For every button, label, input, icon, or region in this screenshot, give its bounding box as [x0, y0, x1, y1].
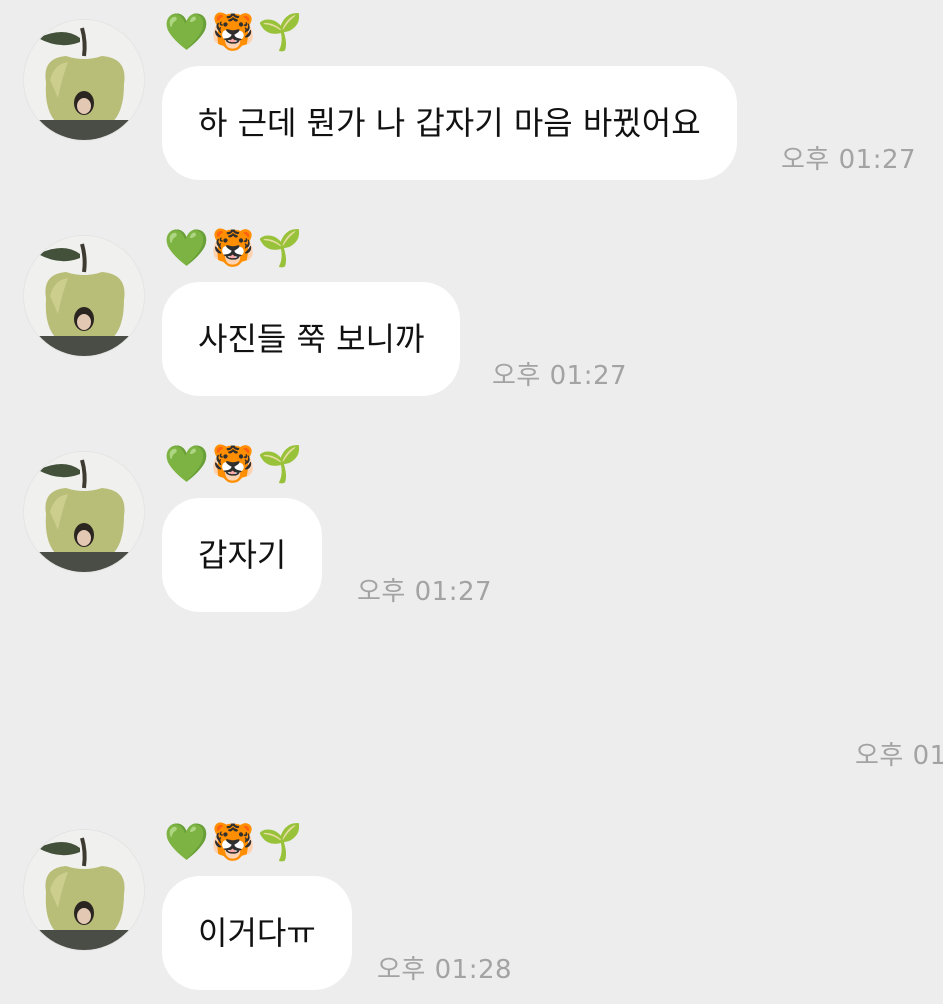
message-timestamp: 오후 01:28: [377, 955, 513, 985]
message-timestamp: 오후 01:27: [781, 145, 917, 175]
avatar[interactable]: [24, 236, 144, 356]
chat-message: 💚🐯🌱 이거다ㅠ 오후 01:28: [0, 810, 943, 1000]
message-bubble[interactable]: 이거다ㅠ: [162, 876, 352, 990]
message-timestamp: 오후 01:27: [492, 361, 628, 391]
chat-message: 💚🐯🌱 갑자기 오후 01:27: [0, 432, 943, 622]
sender-name: 💚🐯🌱: [164, 12, 305, 53]
avatar[interactable]: [24, 452, 144, 572]
avatar[interactable]: [24, 20, 144, 140]
chat-log[interactable]: 💚🐯🌱 하 근데 뭔가 나 갑자기 마음 바뀠어요 오후 01:27 💚🐯🌱 사…: [0, 0, 943, 1004]
sender-name: 💚🐯🌱: [164, 444, 305, 485]
message-bubble[interactable]: 하 근데 뭔가 나 갑자기 마음 바뀠어요: [162, 66, 737, 180]
message-bubble[interactable]: 사진들 쭉 보니까: [162, 282, 461, 396]
avatar[interactable]: [24, 830, 144, 950]
sender-name: 💚🐯🌱: [164, 822, 305, 863]
chat-message: 💚🐯🌱 사진들 쭉 보니까 오후 01:27: [0, 216, 943, 406]
message-timestamp: 오후 01:27: [357, 577, 493, 607]
message-bubble[interactable]: 갑자기: [162, 498, 323, 612]
sender-name: 💚🐯🌱: [164, 228, 305, 269]
chat-message: 💚🐯🌱 하 근데 뭔가 나 갑자기 마음 바뀠어요 오후 01:27: [0, 0, 943, 190]
message-timestamp: 오후 01: [855, 741, 943, 771]
